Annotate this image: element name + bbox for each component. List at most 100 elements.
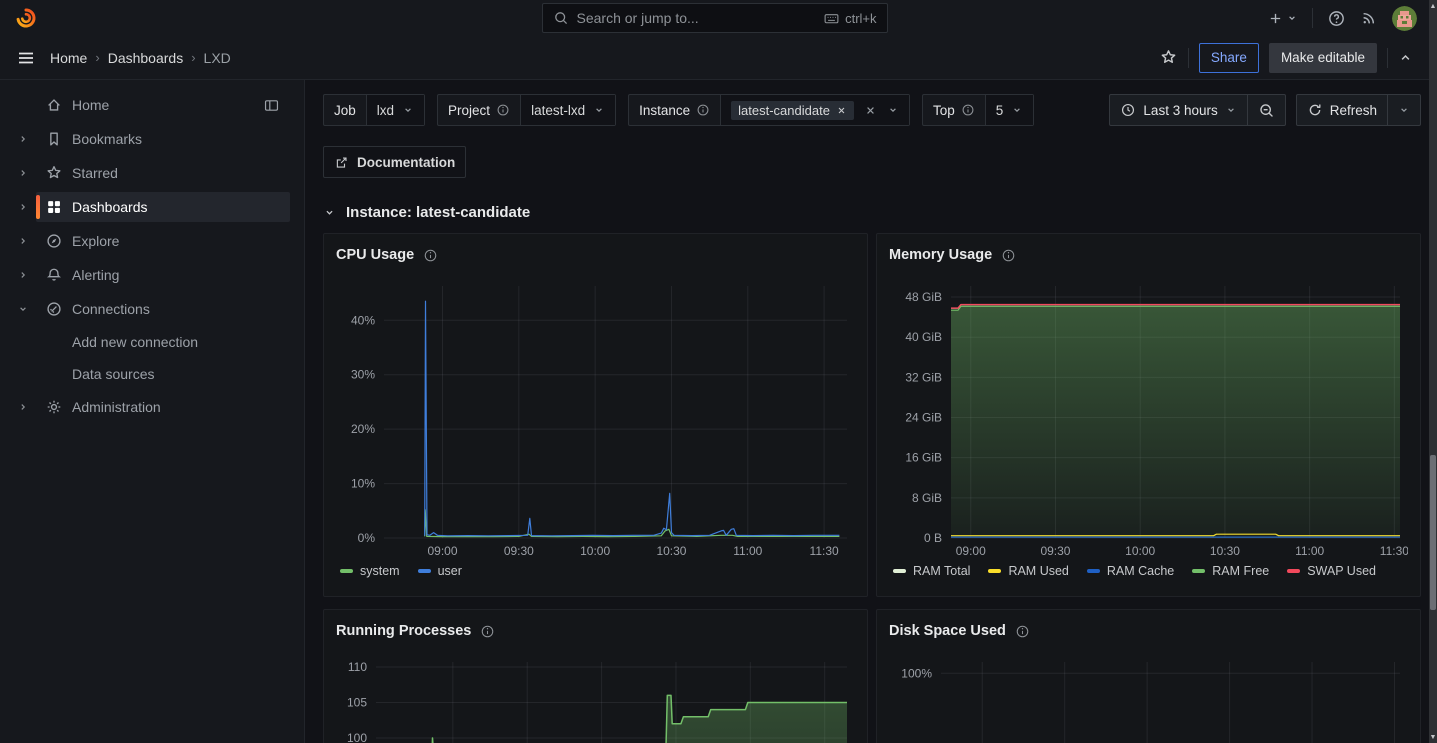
svg-text:30%: 30% bbox=[351, 368, 375, 382]
legend-item[interactable]: RAM Cache bbox=[1087, 564, 1174, 578]
filter-top-value[interactable]: 5 bbox=[986, 95, 1034, 125]
panel-header[interactable]: Memory Usage bbox=[889, 244, 1408, 266]
sidebar-item-data-sources[interactable]: Data sources bbox=[0, 358, 304, 390]
dock-icon bbox=[263, 97, 280, 114]
zoom-out-time-button[interactable] bbox=[1247, 95, 1285, 125]
gear-icon bbox=[45, 398, 63, 416]
search-icon bbox=[553, 10, 569, 26]
sidebar-item-connections[interactable]: Connections bbox=[0, 292, 304, 326]
chart-canvas-cpu[interactable]: 0%10%20%30%40%09:0009:3010:0010:3011:001… bbox=[336, 280, 855, 560]
sidebar-item-label: Alerting bbox=[72, 267, 290, 283]
refresh-interval-dropdown[interactable] bbox=[1387, 95, 1420, 125]
page-header-bar: Home › Dashboards › LXD Share Make edita… bbox=[0, 36, 1429, 80]
svg-text:48 GiB: 48 GiB bbox=[905, 290, 942, 304]
panel-title: CPU Usage bbox=[336, 247, 414, 263]
chevron-right-icon bbox=[17, 201, 29, 213]
filter-job-value[interactable]: lxd bbox=[367, 95, 424, 125]
sidebar-item-add-new-connection[interactable]: Add new connection bbox=[0, 326, 304, 358]
share-button[interactable]: Share bbox=[1199, 43, 1259, 73]
expand-chevron[interactable] bbox=[10, 303, 36, 315]
sidebar-item-starred[interactable]: Starred bbox=[0, 156, 304, 190]
instance-chip[interactable]: latest-candidate bbox=[731, 101, 854, 120]
divider bbox=[1387, 48, 1388, 68]
mega-menu-toggle[interactable] bbox=[16, 48, 36, 68]
time-controls: Last 3 hours Refresh bbox=[1109, 94, 1421, 126]
breadcrumb-dashboards[interactable]: Dashboards bbox=[108, 50, 184, 66]
expand-chevron[interactable] bbox=[10, 235, 36, 247]
scrollbar-thumb[interactable] bbox=[1430, 455, 1436, 610]
documentation-button[interactable]: Documentation bbox=[324, 147, 465, 177]
panel-header[interactable]: CPU Usage bbox=[336, 244, 855, 266]
legend-item[interactable]: RAM Used bbox=[988, 564, 1068, 578]
breadcrumb-home[interactable]: Home bbox=[50, 50, 87, 66]
scroll-down-arrow[interactable]: ▼ bbox=[1429, 731, 1437, 743]
svg-text:11:30: 11:30 bbox=[810, 544, 839, 558]
svg-text:10:00: 10:00 bbox=[1125, 544, 1155, 558]
legend-swatch bbox=[1192, 569, 1205, 573]
svg-text:100: 100 bbox=[347, 731, 367, 743]
panel-header[interactable]: Disk Space Used bbox=[889, 620, 1408, 642]
svg-text:20%: 20% bbox=[351, 422, 375, 436]
chevron-down-icon[interactable] bbox=[887, 104, 899, 116]
info-icon[interactable] bbox=[696, 103, 710, 117]
sidebar-item-alerting[interactable]: Alerting bbox=[0, 258, 304, 292]
dock-sidebar-button[interactable] bbox=[263, 97, 280, 114]
panel-info-icon[interactable] bbox=[1015, 624, 1030, 639]
legend-label: user bbox=[438, 564, 462, 578]
time-range-picker[interactable]: Last 3 hours bbox=[1110, 95, 1246, 125]
help-button[interactable] bbox=[1327, 9, 1346, 28]
expand-chevron[interactable] bbox=[10, 167, 36, 179]
legend-item[interactable]: SWAP Used bbox=[1287, 564, 1376, 578]
panel-info-icon[interactable] bbox=[1001, 248, 1016, 263]
panel-info-icon[interactable] bbox=[480, 624, 495, 639]
search-input[interactable]: Search or jump to... ctrl+k bbox=[542, 3, 888, 33]
filter-instance-value[interactable]: latest-candidate bbox=[721, 95, 909, 125]
remove-chip-icon[interactable] bbox=[836, 105, 847, 116]
chevron-down-icon bbox=[17, 303, 29, 315]
favorite-dashboard-button[interactable] bbox=[1159, 48, 1178, 67]
info-icon[interactable] bbox=[496, 103, 510, 117]
sidebar-item-dashboards[interactable]: Dashboards bbox=[0, 190, 304, 224]
page-scrollbar[interactable]: ▲ ▼ bbox=[1429, 0, 1437, 743]
expand-chevron[interactable] bbox=[10, 401, 36, 413]
make-editable-button[interactable]: Make editable bbox=[1269, 43, 1377, 73]
expand-chevron[interactable] bbox=[10, 201, 36, 213]
chart-canvas-memory[interactable]: 0 B8 GiB16 GiB24 GiB32 GiB40 GiB48 GiB09… bbox=[889, 280, 1408, 560]
sidebar-item-bookmarks[interactable]: Bookmarks bbox=[0, 122, 304, 156]
legend-item[interactable]: RAM Total bbox=[893, 564, 970, 578]
row-instance-toggle[interactable]: Instance: latest-candidate bbox=[323, 204, 1421, 221]
expand-chevron[interactable] bbox=[10, 133, 36, 145]
svg-text:0 B: 0 B bbox=[924, 531, 942, 545]
legend-item[interactable]: user bbox=[418, 564, 462, 578]
sidebar-item-home[interactable]: Home bbox=[0, 88, 304, 122]
sidebar-item-administration[interactable]: Administration bbox=[0, 390, 304, 424]
chart-canvas-processes[interactable]: 10010511009:0009:3010:0010:3011:0011:30 bbox=[336, 656, 855, 743]
dashboard-content: Job lxd Project latest-lxd Instance bbox=[305, 80, 1429, 743]
news-button[interactable] bbox=[1360, 9, 1378, 27]
panel-header[interactable]: Running Processes bbox=[336, 620, 855, 642]
sidebar-item-explore[interactable]: Explore bbox=[0, 224, 304, 258]
sidebar-item-label: Home bbox=[72, 97, 263, 113]
legend-item[interactable]: RAM Free bbox=[1192, 564, 1269, 578]
svg-text:40 GiB: 40 GiB bbox=[905, 330, 942, 344]
legend-item[interactable]: system bbox=[340, 564, 400, 578]
panel-info-icon[interactable] bbox=[423, 248, 438, 263]
external-link-icon bbox=[334, 155, 349, 170]
chart-canvas-disk[interactable]: 80%100%09:0009:3010:0010:3011:0011:30 bbox=[889, 656, 1408, 743]
filter-project-value[interactable]: latest-lxd bbox=[521, 95, 615, 125]
clear-selection-icon[interactable] bbox=[864, 104, 877, 117]
collapse-header-button[interactable] bbox=[1398, 50, 1413, 65]
user-avatar[interactable] bbox=[1392, 6, 1417, 31]
svg-text:24 GiB: 24 GiB bbox=[905, 411, 942, 425]
refresh-button[interactable]: Refresh bbox=[1297, 95, 1387, 125]
legend-memory: RAM Total RAM Used RAM Cache RAM Free SWAP U… bbox=[889, 564, 1408, 578]
svg-text:32 GiB: 32 GiB bbox=[905, 370, 942, 384]
docs-row: Documentation bbox=[323, 146, 1421, 178]
info-icon[interactable] bbox=[961, 103, 975, 117]
filter-job: Job lxd bbox=[323, 94, 425, 126]
scroll-up-arrow[interactable]: ▲ bbox=[1429, 0, 1437, 12]
star-icon bbox=[45, 164, 63, 182]
grafana-logo-icon[interactable] bbox=[14, 6, 38, 30]
expand-chevron[interactable] bbox=[10, 269, 36, 281]
add-new-button[interactable] bbox=[1267, 10, 1298, 27]
